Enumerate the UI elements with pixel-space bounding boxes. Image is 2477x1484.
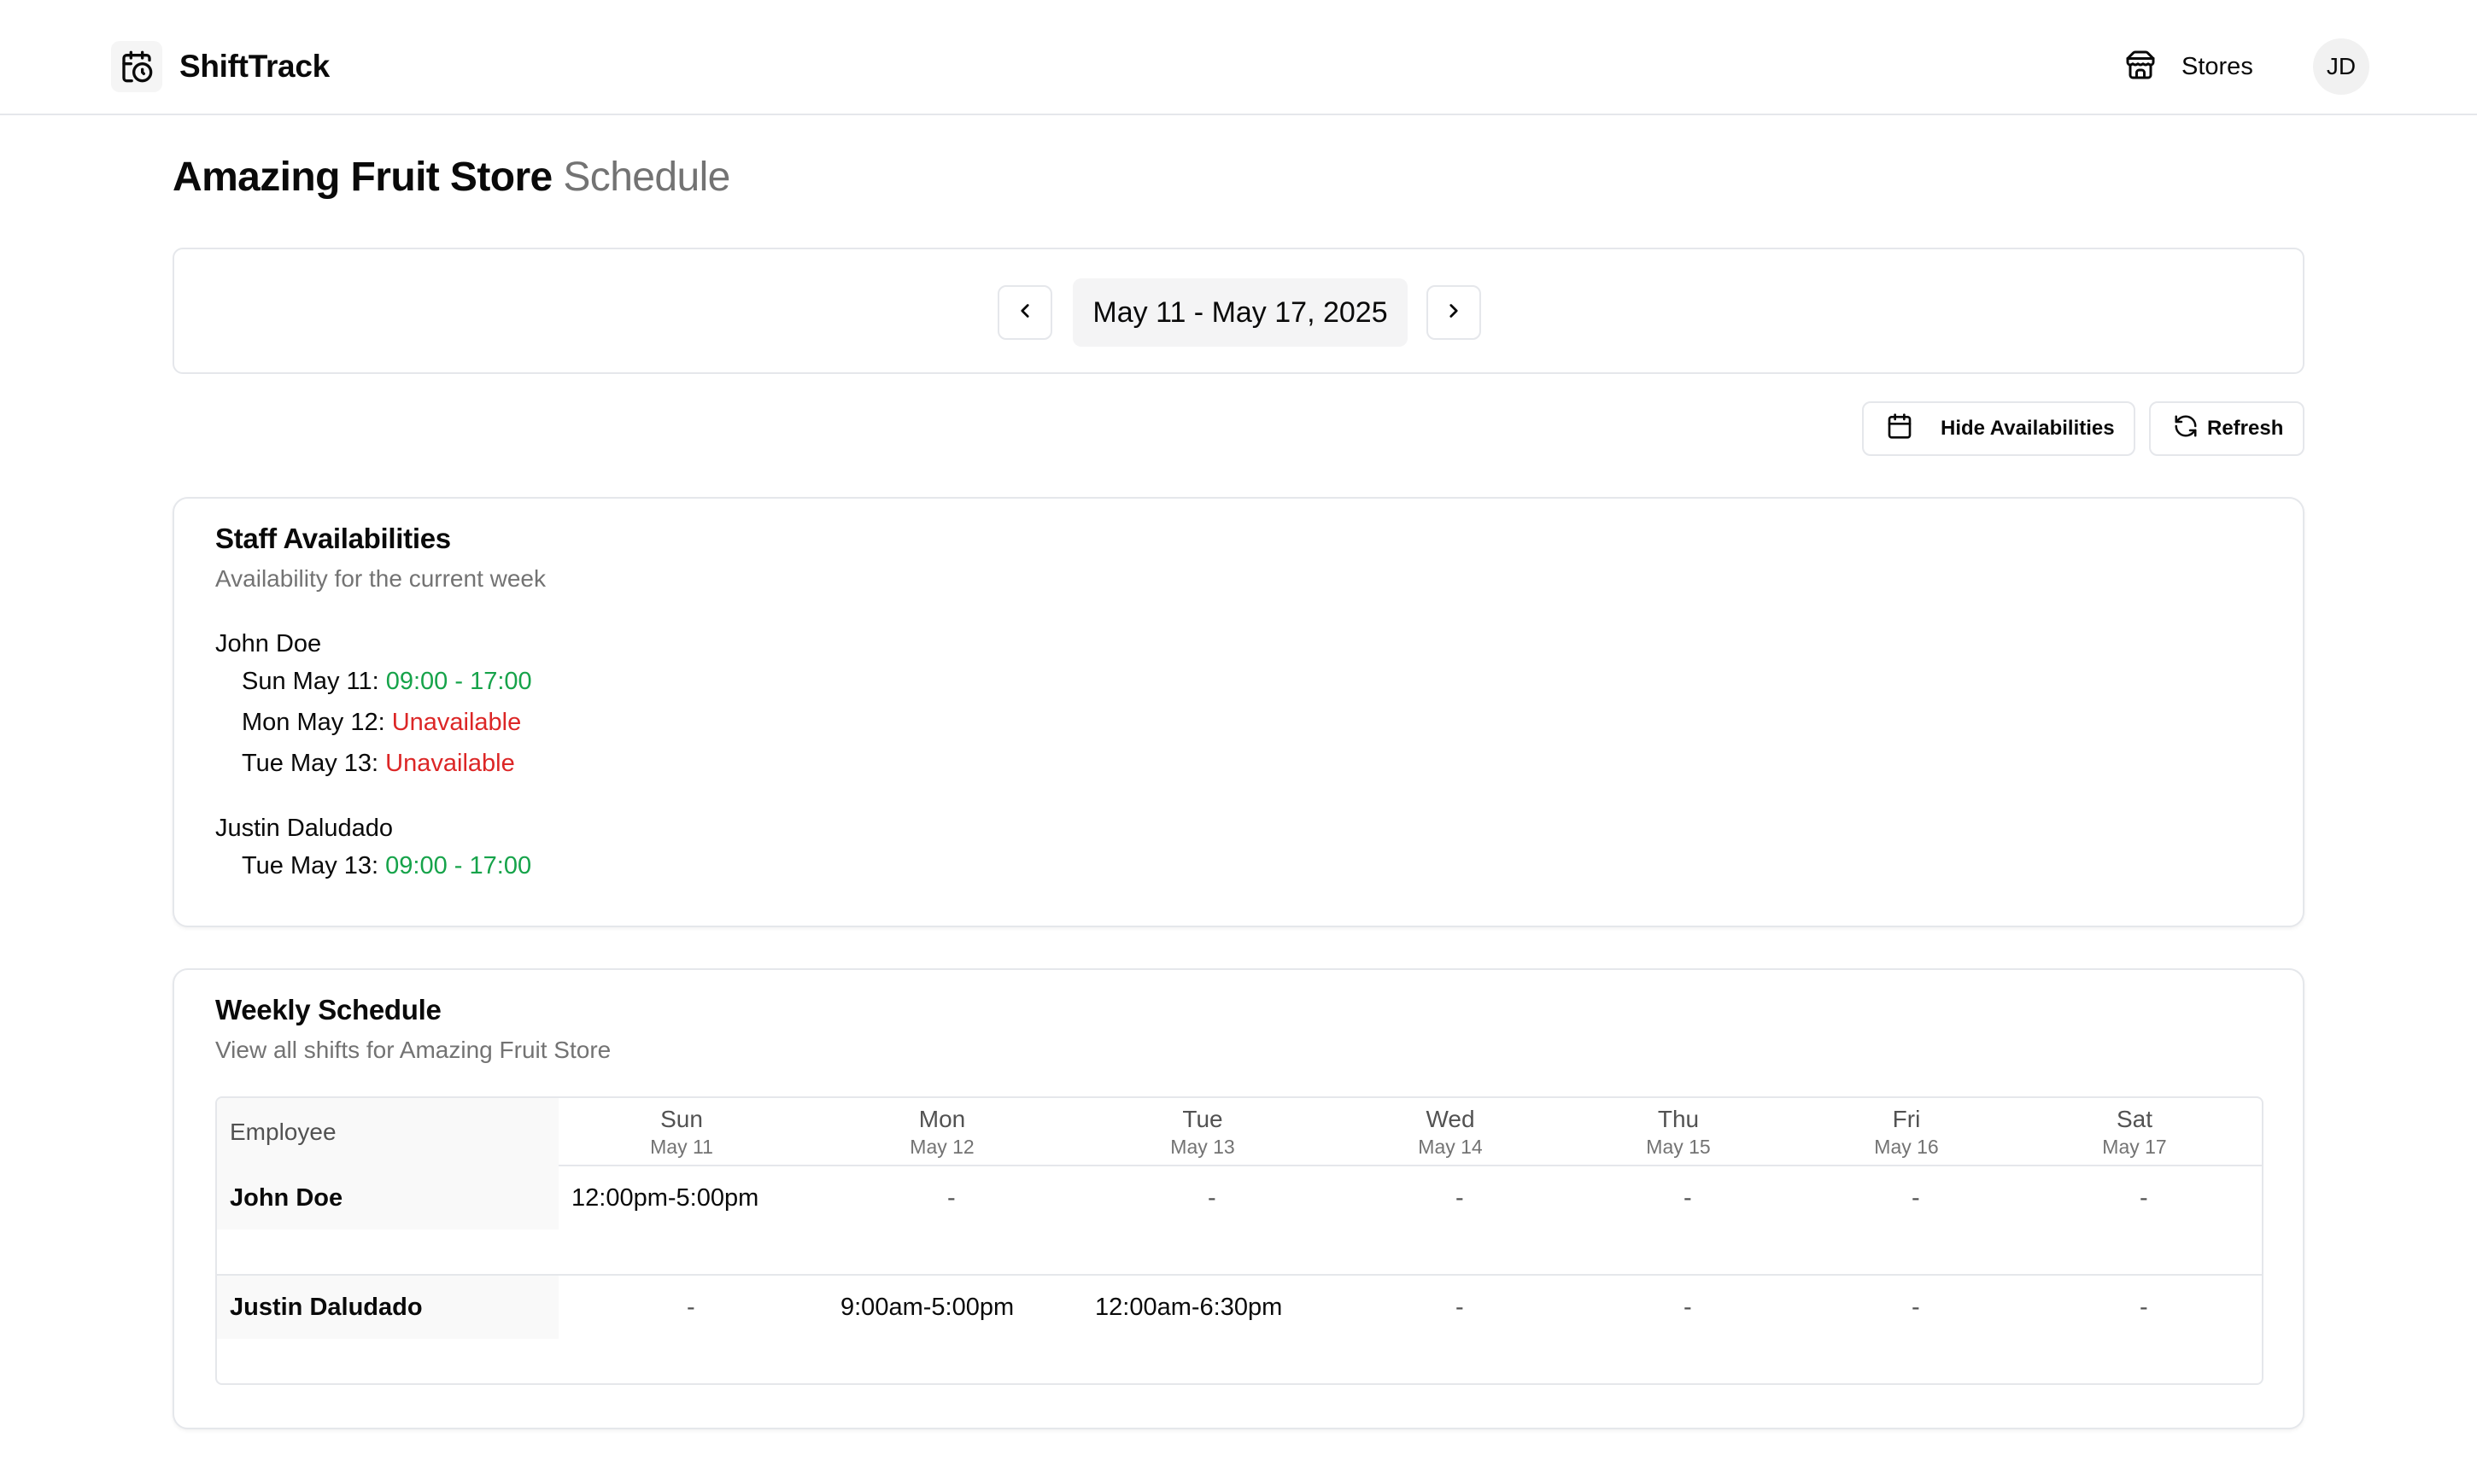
availability-value: Unavailable (391, 709, 522, 736)
schedule-subtitle: View all shifts for Amazing Fruit Store (215, 1037, 612, 1063)
employee-cell: John Doe (217, 1166, 559, 1230)
availability-value: 09:00 - 17:00 (385, 668, 532, 695)
schedule-title: Weekly Schedule (215, 994, 442, 1025)
previous-week-button[interactable] (998, 285, 1052, 340)
day-column-header: Sat May 17 (2020, 1105, 2249, 1160)
top-navbar: ShiftTrack Stores JD (0, 0, 2477, 115)
day-date: May 17 (2102, 1136, 2167, 1158)
day-name: Tue (1182, 1106, 1223, 1132)
staff-availabilities-card: Staff Availabilities Availability for th… (173, 497, 2304, 927)
day-name: Fri (1892, 1106, 1921, 1132)
store-icon (2125, 50, 2156, 85)
week-navigator: May 11 - May 17, 2025 (173, 248, 2304, 374)
table-row: Justin Daludado - 9:00am-5:00pm 12:00am-… (217, 1276, 2262, 1383)
availability-day: Tue May 13: (242, 750, 379, 777)
availabilities-subtitle: Availability for the current week (215, 565, 546, 592)
shift-cell[interactable]: - (1684, 1276, 1692, 1339)
employee-cell: Justin Daludado (217, 1276, 559, 1339)
page-title: Amazing Fruit Store Schedule (173, 154, 730, 201)
day-date: May 11 (650, 1136, 713, 1158)
shift-cell[interactable]: - (947, 1166, 956, 1230)
shift-cell[interactable]: 12:00pm-5:00pm (571, 1166, 758, 1230)
day-column-header: Fri May 16 (1792, 1105, 2021, 1160)
day-date: May 12 (910, 1136, 975, 1158)
table-header: Employee Sun May 11 Mon May 12 Tue May 1… (217, 1098, 2262, 1166)
store-name: Amazing Fruit Store (173, 155, 553, 200)
refresh-label: Refresh (2207, 417, 2284, 440)
week-range-label[interactable]: May 11 - May 17, 2025 (1073, 278, 1408, 347)
shift-cell[interactable]: - (1684, 1166, 1692, 1230)
refresh-button[interactable]: Refresh (2149, 401, 2304, 456)
shift-cell[interactable]: - (2140, 1276, 2148, 1339)
app-name: ShiftTrack (179, 49, 330, 84)
shift-cell[interactable]: - (2140, 1166, 2148, 1230)
availability-day: Sun May 11: (242, 668, 379, 695)
hide-availabilities-button[interactable]: Hide Availabilities (1862, 401, 2135, 456)
weekly-schedule-card: Weekly Schedule View all shifts for Amaz… (173, 968, 2304, 1429)
shift-cell[interactable]: 9:00am-5:00pm (840, 1276, 1014, 1339)
day-column-header: Sun May 11 (567, 1105, 796, 1160)
shift-cell[interactable]: - (1455, 1166, 1464, 1230)
day-date: May 13 (1170, 1136, 1235, 1158)
schedule-table: Employee Sun May 11 Mon May 12 Tue May 1… (215, 1096, 2263, 1385)
page-title-suffix: Schedule (563, 155, 730, 200)
availability-entry: Tue May 13: 09:00 - 17:00 (242, 845, 531, 886)
day-column-header: Tue May 13 (1088, 1105, 1317, 1160)
day-date: May 14 (1418, 1136, 1483, 1158)
availability-value: 09:00 - 17:00 (385, 852, 532, 879)
day-column-header: Thu May 15 (1564, 1105, 1793, 1160)
availability-day: Mon May 12: (242, 709, 385, 736)
shift-cell[interactable]: - (1208, 1166, 1216, 1230)
next-week-button[interactable] (1426, 285, 1481, 340)
refresh-icon (2173, 413, 2199, 445)
hide-availabilities-label: Hide Availabilities (1941, 417, 2115, 440)
calendar-clock-icon (111, 41, 162, 92)
availability-entry: Mon May 12: Unavailable (242, 702, 532, 743)
stores-label: Stores (2181, 52, 2253, 80)
day-name: Sat (2116, 1106, 2153, 1132)
shift-cell[interactable]: - (1912, 1166, 1920, 1230)
day-date: May 16 (1874, 1136, 1939, 1158)
availabilities-title: Staff Availabilities (215, 523, 451, 554)
table-row: John Doe 12:00pm-5:00pm - - - - - - (217, 1166, 2262, 1276)
day-name: Thu (1657, 1106, 1700, 1132)
shift-cell[interactable]: - (687, 1276, 695, 1339)
shift-cell[interactable]: 12:00am-6:30pm (1095, 1276, 1282, 1339)
day-date: May 15 (1646, 1136, 1711, 1158)
availability-value: Unavailable (385, 750, 515, 777)
day-name: Wed (1426, 1106, 1475, 1132)
shift-cell[interactable]: - (1455, 1276, 1464, 1339)
employee-availability: Justin Daludado Tue May 13: 09:00 - 17:0… (215, 811, 531, 886)
employee-column-header: Employee (217, 1098, 559, 1166)
stores-link[interactable]: Stores (2125, 43, 2253, 91)
brand[interactable]: ShiftTrack (111, 38, 330, 96)
calendar-icon (1886, 412, 1913, 446)
availability-entry: Tue May 13: Unavailable (242, 743, 532, 784)
employee-name: John Doe (215, 630, 322, 657)
day-name: Mon (918, 1106, 966, 1132)
chevron-left-icon (1014, 300, 1036, 326)
user-avatar[interactable]: JD (2313, 38, 2369, 95)
availability-day: Tue May 13: (242, 852, 379, 879)
availability-entry: Sun May 11: 09:00 - 17:00 (242, 661, 532, 702)
employee-availability: John Doe Sun May 11: 09:00 - 17:00 Mon M… (215, 627, 532, 784)
day-column-header: Wed May 14 (1336, 1105, 1565, 1160)
employee-name: Justin Daludado (215, 815, 393, 842)
day-column-header: Mon May 12 (828, 1105, 1057, 1160)
chevron-right-icon (1443, 300, 1465, 326)
shift-cell[interactable]: - (1912, 1276, 1920, 1339)
day-name: Sun (660, 1106, 703, 1132)
